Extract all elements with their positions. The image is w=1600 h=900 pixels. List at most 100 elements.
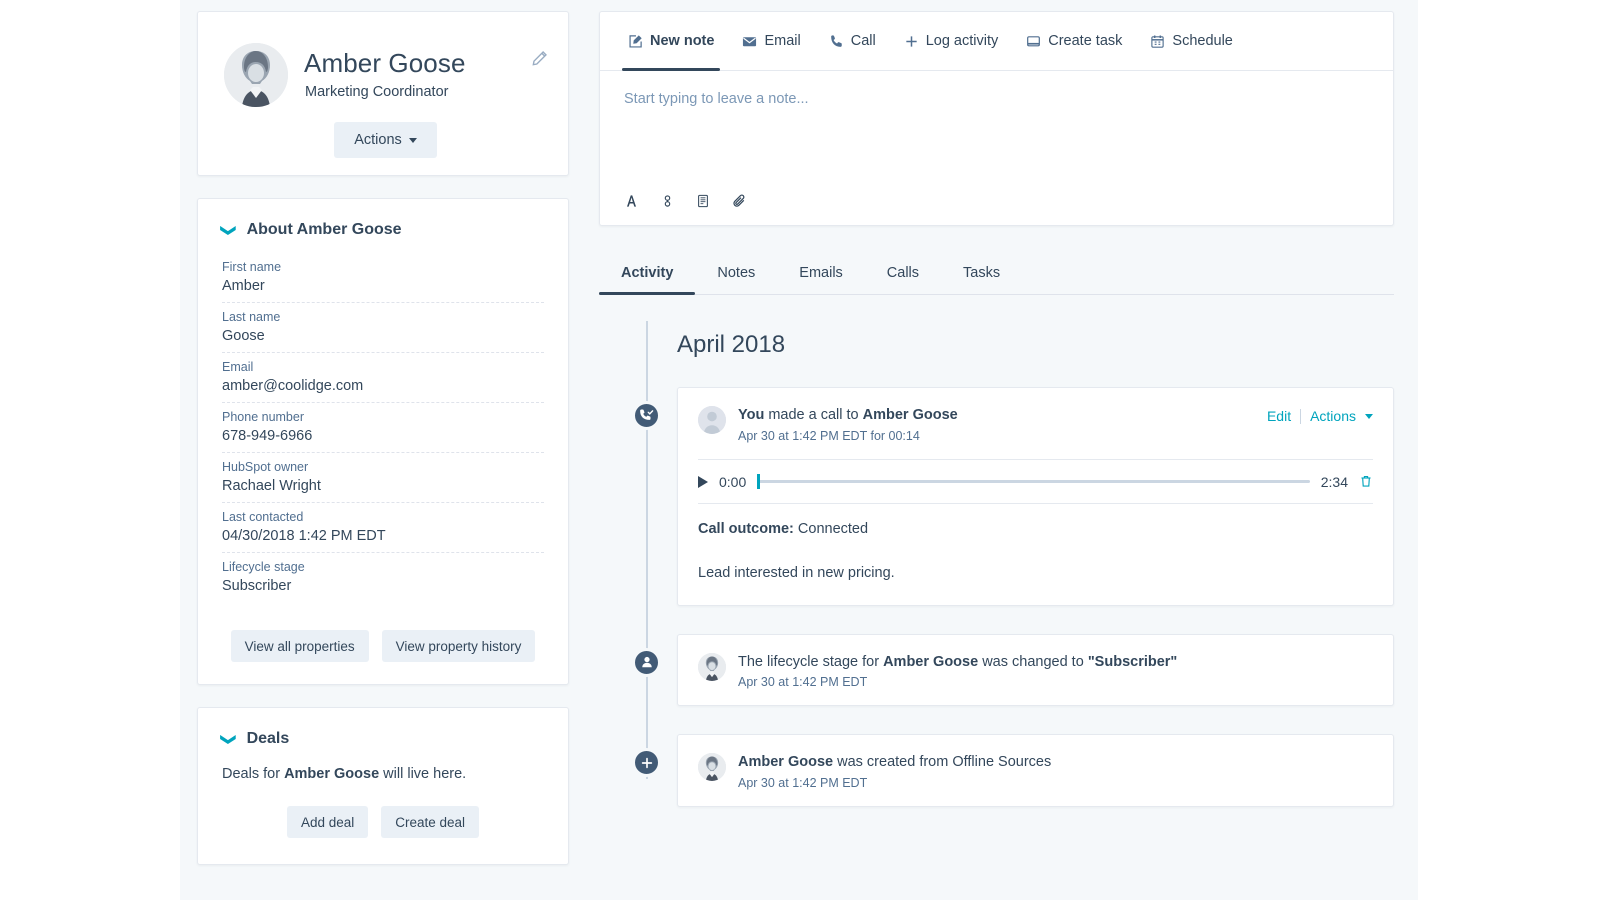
property-row[interactable]: Lifecycle stage Subscriber	[222, 553, 544, 602]
activity-timeline: April 2018 You made a call to A	[599, 321, 1394, 807]
actions-button-label: Actions	[354, 132, 402, 148]
property-value: Subscriber	[222, 578, 544, 594]
view-all-properties-button[interactable]: View all properties	[231, 630, 369, 662]
edit-link[interactable]: Edit	[1267, 408, 1291, 424]
composer-tab-log-activity[interactable]: Log activity	[890, 12, 1013, 70]
phone-icon	[829, 34, 844, 49]
created-contact-name: Amber Goose	[738, 754, 833, 770]
composer-tab-label: Email	[764, 33, 800, 49]
property-value: 04/30/2018 1:42 PM EDT	[222, 528, 544, 544]
property-label: Lifecycle stage	[222, 560, 544, 574]
chevron-down-icon: ❯	[221, 733, 236, 746]
property-label: Phone number	[222, 410, 544, 424]
deals-empty-suffix: will live here.	[379, 766, 466, 782]
composer-tab-new-note[interactable]: New note	[614, 12, 728, 70]
composer-tab-email[interactable]: Email	[728, 12, 814, 70]
main-panel: New note Email	[599, 11, 1394, 807]
property-row[interactable]: Email amber@coolidge.com	[222, 353, 544, 403]
phone-check-icon	[632, 401, 661, 430]
property-row[interactable]: Phone number 678-949-6966	[222, 403, 544, 453]
call-card-links: Edit Actions	[1267, 408, 1373, 424]
property-row[interactable]: HubSpot owner Rachael Wright	[222, 453, 544, 503]
note-placeholder[interactable]: Start typing to leave a note...	[624, 91, 1369, 107]
composer-tab-bar: New note Email	[600, 12, 1393, 71]
left-sidebar: Amber Goose Marketing Coordinator Action…	[197, 11, 569, 865]
link-icon[interactable]	[661, 193, 674, 209]
create-deal-button[interactable]: Create deal	[381, 806, 479, 838]
calendar-icon	[1150, 34, 1165, 49]
call-audio-player: 0:00 2:34	[678, 460, 1393, 503]
lifecycle-text-mid: was changed to	[978, 654, 1088, 670]
created-activity-card: Amber Goose was created from Offline Sou…	[677, 734, 1394, 807]
timeline-month-heading: April 2018	[646, 321, 1394, 359]
lifecycle-timestamp: Apr 30 at 1:42 PM EDT	[738, 675, 1373, 689]
property-label: Last name	[222, 310, 544, 324]
property-label: Email	[222, 360, 544, 374]
composer-tab-call[interactable]: Call	[815, 12, 890, 70]
template-icon[interactable]	[696, 193, 710, 209]
lifecycle-activity-card: The lifecycle stage for Amber Goose was …	[677, 634, 1394, 707]
about-card-title: About Amber Goose	[247, 221, 402, 239]
plus-icon	[632, 748, 661, 777]
composer-tab-label: Log activity	[926, 33, 999, 49]
avatar	[698, 406, 726, 434]
lifecycle-card-header: The lifecycle stage for Amber Goose was …	[678, 635, 1393, 706]
actions-button[interactable]: Actions	[334, 122, 437, 158]
property-value: Rachael Wright	[222, 478, 544, 494]
deals-card-header[interactable]: ❯ Deals	[198, 708, 568, 762]
editor-toolbar	[600, 193, 1393, 225]
note-editor[interactable]: Start typing to leave a note...	[600, 71, 1393, 193]
timeline-entry-created: Amber Goose was created from Offline Sou…	[646, 734, 1394, 807]
call-actor: You	[738, 407, 764, 423]
lifecycle-text-prefix: The lifecycle stage for	[738, 654, 883, 670]
created-text-suffix: was created from Offline Sources	[833, 754, 1051, 770]
audio-scrubber[interactable]	[757, 480, 1310, 483]
audio-scrubber-handle[interactable]	[757, 474, 760, 489]
tab-calls[interactable]: Calls	[865, 265, 941, 294]
pencil-icon[interactable]	[531, 50, 548, 67]
property-row[interactable]: First name Amber	[222, 253, 544, 303]
about-card: ❯ About Amber Goose First name Amber Las…	[197, 198, 569, 685]
property-row[interactable]: Last contacted 04/30/2018 1:42 PM EDT	[222, 503, 544, 553]
tab-tasks[interactable]: Tasks	[941, 265, 1022, 294]
lifecycle-card-text: The lifecycle stage for Amber Goose was …	[738, 653, 1373, 690]
add-deal-button[interactable]: Add deal	[287, 806, 368, 838]
attachment-paperclip-icon[interactable]	[732, 193, 747, 209]
caret-down-icon[interactable]	[1365, 414, 1373, 419]
view-property-history-button[interactable]: View property history	[382, 630, 536, 662]
property-row[interactable]: Last name Goose	[222, 303, 544, 353]
tab-notes[interactable]: Notes	[695, 265, 777, 294]
actions-link[interactable]: Actions	[1310, 408, 1356, 424]
page-title: Amber Goose	[304, 48, 466, 79]
audio-total-time: 2:34	[1321, 474, 1348, 490]
contact-profile-card: Amber Goose Marketing Coordinator Action…	[197, 11, 569, 176]
created-timestamp: Apr 30 at 1:42 PM EDT	[738, 776, 1373, 790]
property-label: HubSpot owner	[222, 460, 544, 474]
deals-empty-contact: Amber Goose	[284, 766, 379, 782]
about-card-header[interactable]: ❯ About Amber Goose	[198, 199, 568, 253]
tab-emails[interactable]: Emails	[777, 265, 865, 294]
call-timestamp: Apr 30 at 1:42 PM EDT for 00:14	[738, 429, 1373, 443]
composer-tab-label: New note	[650, 33, 714, 49]
tab-activity[interactable]: Activity	[599, 265, 695, 294]
composer-tab-label: Call	[851, 33, 876, 49]
call-outcome-value: Connected	[798, 521, 868, 537]
about-card-buttons: View all properties View property histor…	[198, 630, 568, 662]
font-style-icon[interactable]	[624, 193, 639, 209]
play-icon[interactable]	[698, 476, 708, 488]
call-outcome-label: Call outcome:	[698, 521, 794, 537]
caret-down-icon	[409, 138, 417, 143]
call-outcome: Call outcome: Connected	[678, 504, 1393, 537]
divider	[1300, 409, 1301, 424]
created-card-header: Amber Goose was created from Offline Sou…	[678, 735, 1393, 806]
trash-icon[interactable]	[1359, 474, 1373, 489]
property-value: amber@coolidge.com	[222, 378, 544, 394]
composer-tab-create-task[interactable]: Create task	[1012, 12, 1136, 70]
created-card-title: Amber Goose was created from Offline Sou…	[738, 753, 1373, 773]
call-contact-name: Amber Goose	[863, 407, 958, 423]
plus-icon	[904, 34, 919, 49]
composer-tab-schedule[interactable]: Schedule	[1136, 12, 1246, 70]
lifecycle-card-title: The lifecycle stage for Amber Goose was …	[738, 653, 1373, 673]
avatar	[224, 43, 288, 107]
avatar	[698, 753, 726, 781]
